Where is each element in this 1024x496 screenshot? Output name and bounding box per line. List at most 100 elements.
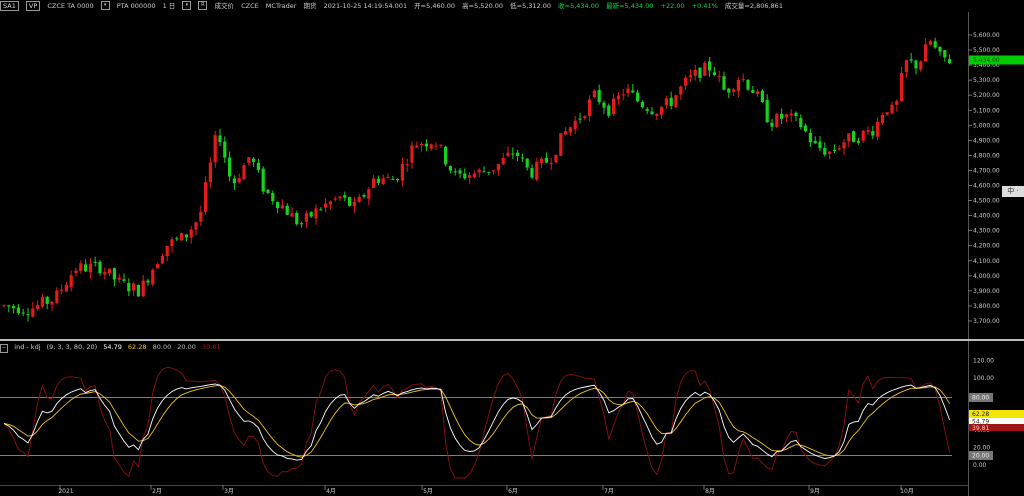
- candle-body: [45, 296, 49, 304]
- candle-body: [559, 133, 563, 156]
- candle-body: [871, 131, 875, 136]
- candle-body: [333, 198, 337, 200]
- price-tick-label: 4,200.00: [973, 243, 1000, 250]
- candle-body: [26, 314, 30, 316]
- candle-body: [352, 201, 356, 207]
- candle-body: [890, 104, 894, 114]
- candle-body: [837, 148, 841, 150]
- candle-body: [132, 283, 136, 291]
- candle-body: [165, 245, 169, 257]
- candle-body: [74, 270, 78, 274]
- candle-body: [544, 158, 548, 163]
- indicator-k-value: 54.79: [103, 343, 122, 351]
- candle-body: [722, 76, 726, 90]
- indicator-name[interactable]: ind - kdj: [14, 342, 40, 352]
- price-tick-label: 4,500.00: [973, 198, 1000, 205]
- candle-body: [295, 212, 299, 225]
- candle-body: [784, 114, 788, 118]
- candle-body: [674, 95, 678, 108]
- candle-body: [789, 113, 793, 116]
- time-axis-label: 8月: [705, 488, 715, 495]
- candle-body: [880, 115, 884, 124]
- candle-body: [751, 90, 755, 93]
- candle-body: [727, 88, 731, 93]
- price-tick-label: 5,000.00: [973, 122, 1000, 129]
- time-axis-label: 2月: [152, 488, 162, 495]
- candle-body: [708, 61, 712, 71]
- candle-body: [760, 90, 764, 102]
- candle-body: [703, 62, 707, 76]
- time-axis-label: 4月: [326, 488, 336, 495]
- candles-group: [2, 37, 952, 322]
- candle-body: [69, 275, 73, 288]
- price-tick-label: 4,300.00: [973, 228, 1000, 235]
- candle-body: [439, 144, 443, 146]
- candle-body: [756, 91, 760, 95]
- candle-body: [2, 305, 6, 307]
- indicator-tick-label: 20.00: [973, 445, 990, 452]
- time-axis-label: 10月: [900, 488, 914, 495]
- candle-body: [602, 102, 606, 108]
- candle-body: [780, 113, 784, 119]
- candle-body: [770, 122, 774, 127]
- price-tick-label: 3,800.00: [973, 303, 1000, 310]
- candle-body: [40, 297, 44, 307]
- candle-body: [799, 118, 803, 128]
- candle-body: [136, 284, 140, 297]
- candle-body: [381, 178, 385, 185]
- candle-body: [93, 261, 97, 263]
- price-chart[interactable]: 5,600.005,500.005,400.005,300.005,200.00…: [0, 0, 1024, 496]
- candle-body: [616, 95, 620, 100]
- indicator-lower-value: 20.00: [177, 343, 196, 351]
- price-tick-label: 3,700.00: [973, 318, 1000, 325]
- candle-body: [516, 152, 520, 156]
- candle-body: [919, 61, 923, 70]
- indicator-tick-label: 0.00: [973, 462, 987, 469]
- candle-body: [103, 272, 107, 275]
- candle-body: [180, 233, 184, 241]
- indicator-collapse-icon[interactable]: −: [0, 344, 9, 353]
- candle-body: [199, 211, 203, 222]
- price-tick-label: 5,300.00: [973, 77, 1000, 84]
- candle-body: [228, 157, 232, 177]
- price-tick-label: 5,500.00: [973, 47, 1000, 54]
- indicator-d-badge-label: 62.28: [972, 411, 989, 418]
- panel-divider[interactable]: [0, 339, 1024, 341]
- candle-body: [348, 197, 352, 206]
- candle-body: [127, 283, 131, 292]
- candle-body: [151, 269, 155, 285]
- price-tick-label: 4,900.00: [973, 137, 1000, 144]
- candle-body: [933, 41, 937, 48]
- candle-body: [266, 189, 270, 194]
- candle-body: [429, 144, 433, 149]
- candle-body: [309, 211, 313, 217]
- candle-body: [16, 307, 20, 314]
- price-tick-label: 3,900.00: [973, 288, 1000, 295]
- candle-body: [122, 279, 126, 281]
- candle-body: [7, 305, 11, 307]
- candle-body: [117, 277, 121, 280]
- candle-body: [146, 280, 150, 283]
- indicator-j-badge-label: 39.81: [972, 425, 989, 432]
- candle-body: [597, 89, 601, 103]
- candle-body: [237, 178, 241, 183]
- candle-body: [290, 213, 294, 217]
- candle-body: [160, 255, 164, 264]
- kdj-lines-group: [3, 366, 951, 479]
- price-tick-label: 4,800.00: [973, 152, 1000, 159]
- candle-body: [732, 89, 736, 92]
- candle-body: [60, 289, 64, 291]
- candle-body: [808, 132, 812, 143]
- candle-body: [535, 161, 539, 180]
- candle-body: [492, 170, 496, 172]
- candle-body: [357, 196, 361, 203]
- candle-body: [904, 60, 908, 73]
- candle-body: [487, 171, 491, 173]
- candle-body: [79, 263, 83, 271]
- candle-body: [204, 182, 208, 212]
- price-tick-label: 4,600.00: [973, 183, 1000, 190]
- kdj-d-line: [3, 385, 950, 458]
- ime-indicator[interactable]: 中 ·: [1002, 186, 1024, 197]
- indicator-params: (9, 3, 3, 80, 20): [46, 343, 98, 351]
- candle-body: [280, 205, 284, 209]
